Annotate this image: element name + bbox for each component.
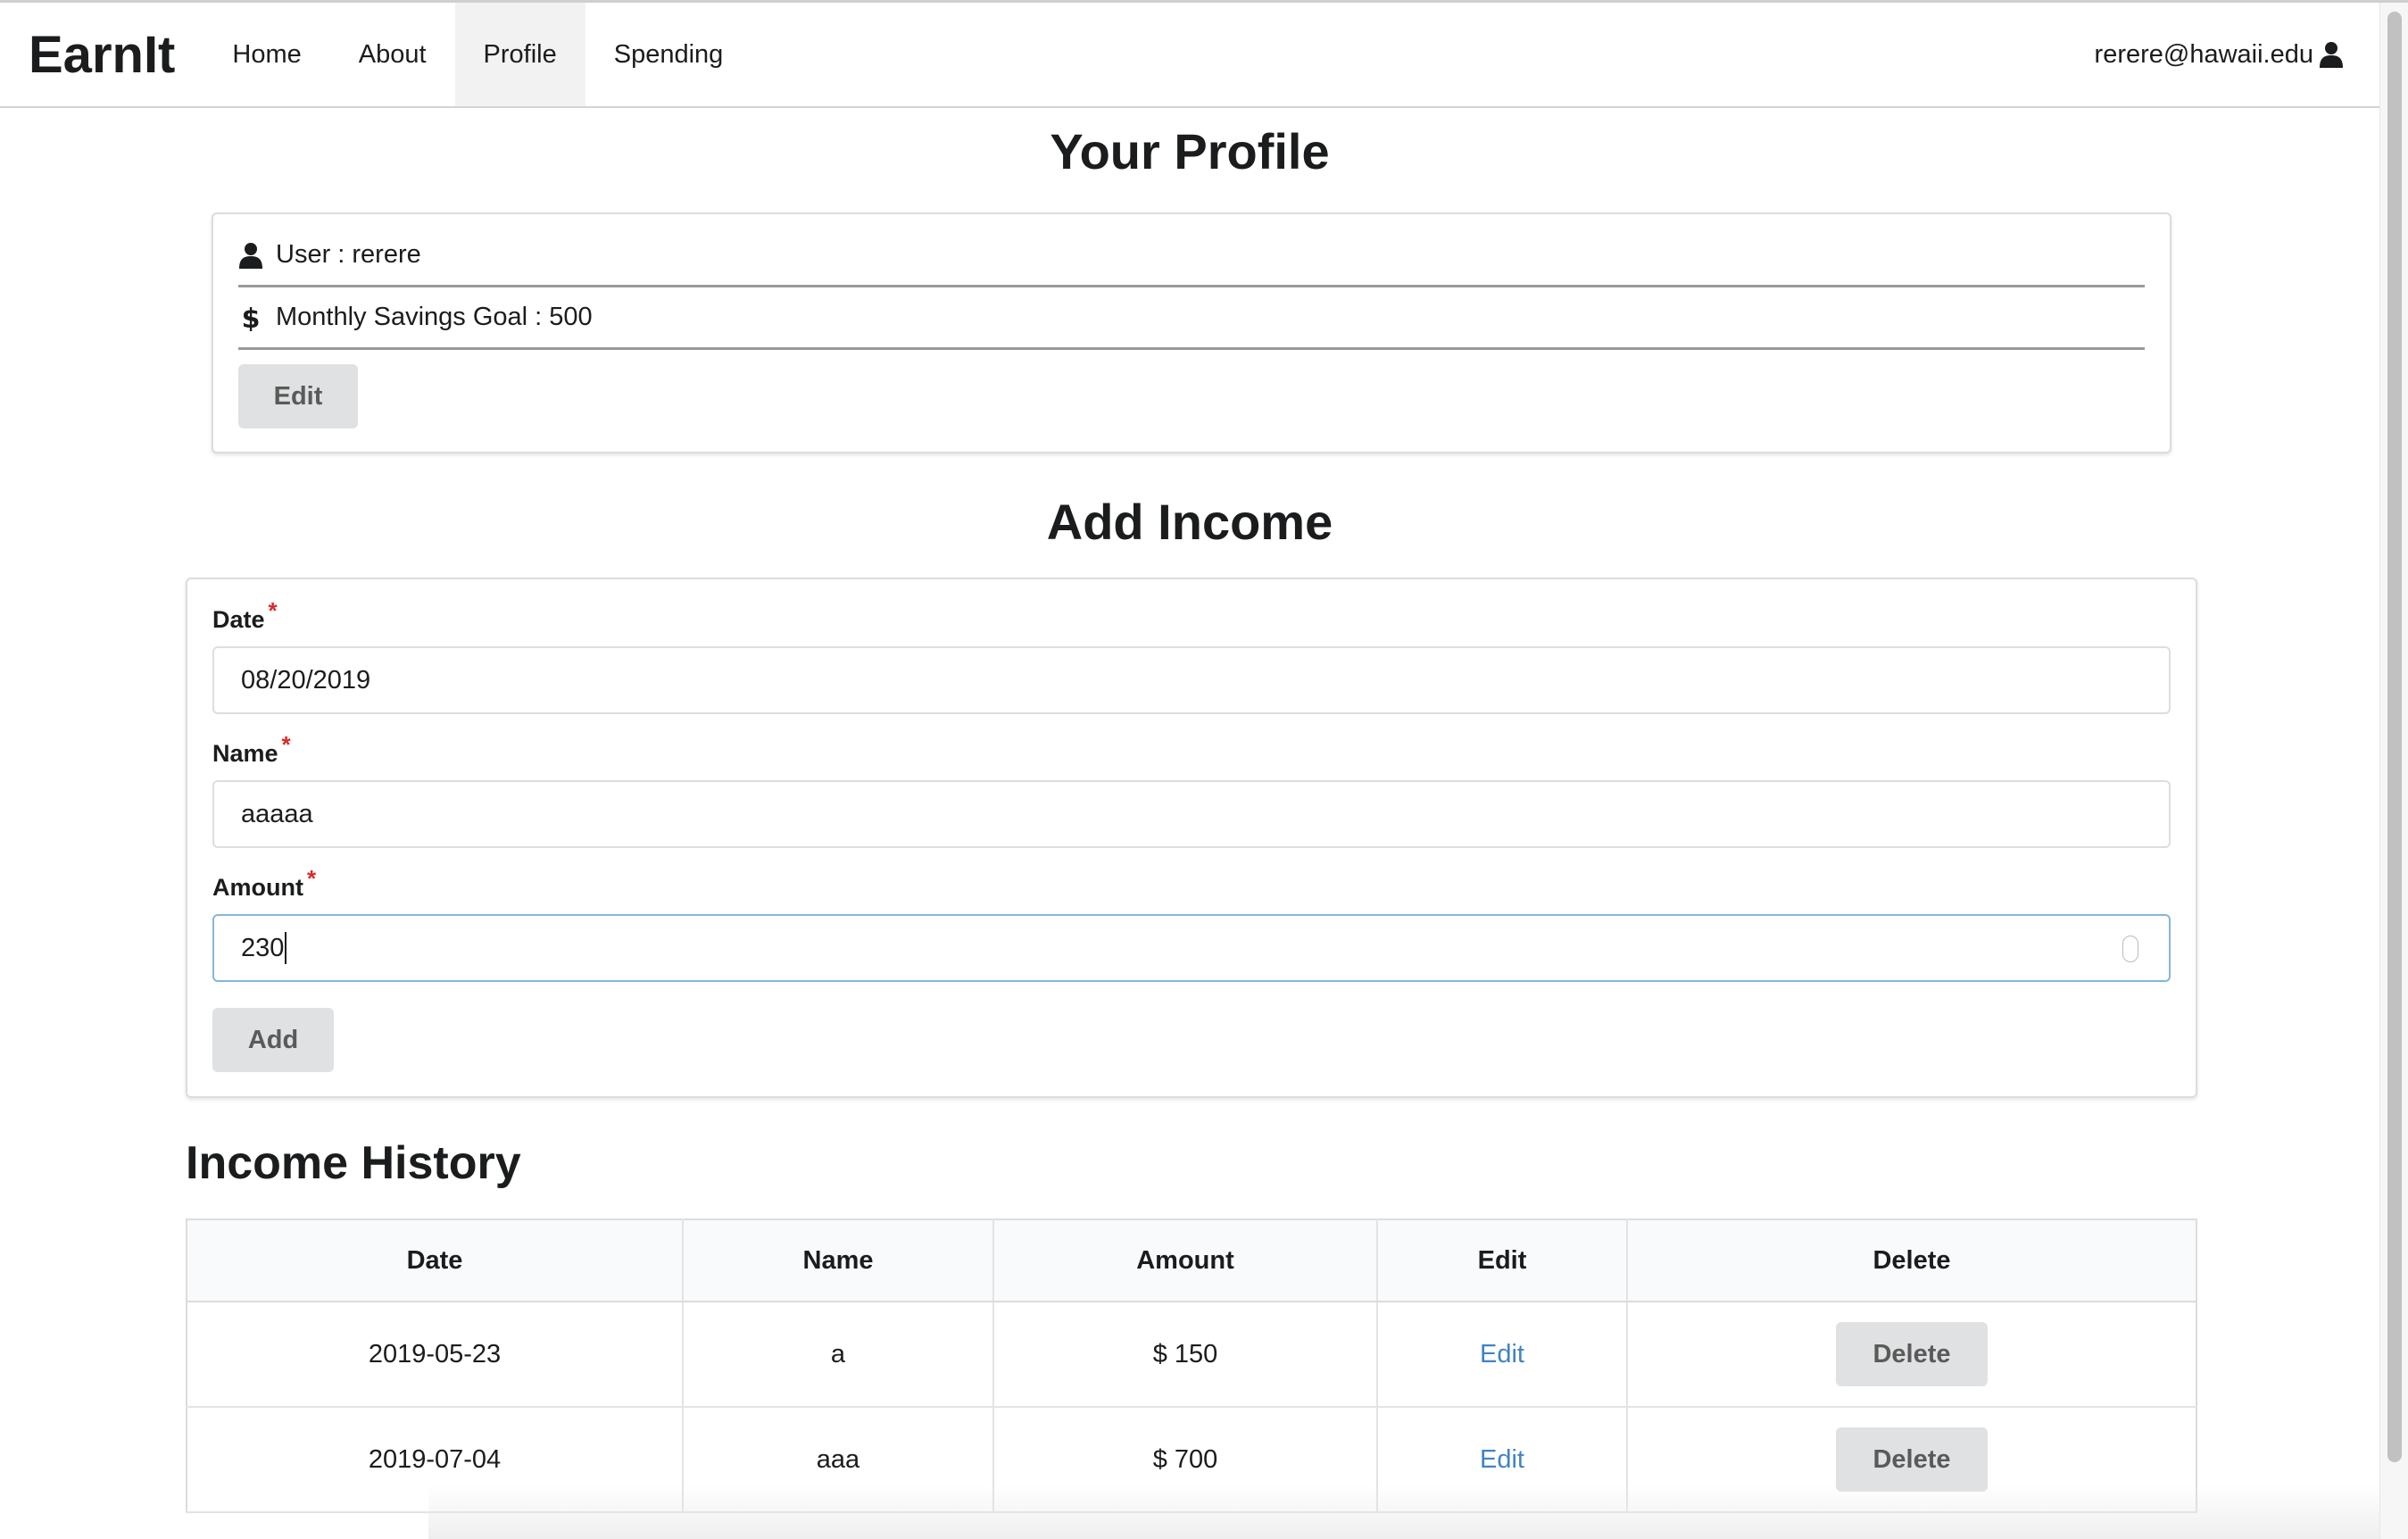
user-email: rerere@hawaii.edu (2094, 39, 2313, 69)
amount-label-text: Amount (212, 874, 303, 901)
name-field[interactable]: aaaaa (212, 780, 2171, 848)
nav-item-profile[interactable]: Profile (454, 3, 585, 106)
profile-user-text: User : rerere (276, 240, 421, 269)
nav-item-home[interactable]: Home (203, 3, 329, 106)
date-field[interactable]: 08/20/2019 (212, 646, 2171, 714)
bottom-shadow (428, 1485, 2379, 1539)
app-viewport: EarnIt Home About Profile Spending rerer… (0, 0, 2408, 1539)
column-header-date: Date (187, 1219, 683, 1302)
date-label-text: Date (212, 606, 265, 633)
profile-edit-button[interactable]: Edit (238, 364, 358, 428)
name-label: Name * (212, 731, 291, 768)
row-edit-link[interactable]: Edit (1480, 1340, 1524, 1368)
income-history-heading: Income History (186, 1137, 521, 1189)
add-income-form: Date * 08/20/2019 Name * aaaaa Amount * 230… (186, 578, 2197, 1098)
required-mark: * (306, 865, 317, 892)
number-spinner-icon[interactable] (2122, 936, 2138, 962)
row-amount: $ 150 (992, 1302, 1377, 1408)
column-header-amount: Amount (992, 1219, 1377, 1302)
text-caret (285, 932, 287, 964)
user-menu[interactable]: rerere@hawaii.edu (2095, 3, 2379, 106)
date-label: Date * (212, 597, 278, 634)
user-icon (239, 242, 262, 269)
scrollbar-thumb[interactable] (2387, 12, 2402, 1462)
profile-savings-text: Monthly Savings Goal : 500 (276, 303, 593, 331)
amount-label: Amount * (212, 865, 316, 902)
column-header-delete: Delete (1626, 1219, 2196, 1302)
row-delete-cell: Delete (1626, 1302, 2196, 1408)
add-income-heading: Add Income (1046, 494, 1333, 550)
profile-heading: Your Profile (1050, 123, 1330, 179)
amount-field[interactable]: 230 (212, 914, 2171, 982)
row-name: a (682, 1302, 993, 1408)
required-mark: * (281, 731, 291, 758)
required-mark: * (268, 597, 278, 624)
name-label-text: Name (212, 740, 278, 767)
income-history-table: Date Name Amount Edit Delete 2019-05-23 … (186, 1219, 2197, 1513)
column-header-edit: Edit (1376, 1219, 1627, 1302)
row-date: 2019-05-23 (187, 1302, 683, 1408)
vertical-scrollbar[interactable] (2379, 3, 2408, 1539)
date-field-value: 08/20/2019 (241, 665, 371, 695)
row-edit-cell: Edit (1376, 1302, 1627, 1408)
user-icon (2320, 42, 2343, 68)
amount-field-value: 230 (241, 933, 285, 962)
add-income-button[interactable]: Add (212, 1008, 334, 1072)
name-field-value: aaaaa (241, 799, 313, 828)
row-delete-button[interactable]: Delete (1836, 1322, 1988, 1386)
row-edit-link[interactable]: Edit (1480, 1445, 1524, 1474)
profile-card: User : rerere $ Monthly Savings Goal : 5… (212, 212, 2171, 453)
top-navbar: EarnIt Home About Profile Spending rerer… (0, 3, 2379, 108)
table-header-row: Date Name Amount Edit Delete (187, 1219, 2196, 1302)
table-row: 2019-05-23 a $ 150 Edit Delete (187, 1302, 2196, 1408)
nav-item-about[interactable]: About (330, 3, 455, 106)
profile-user-row: User : rerere (238, 225, 2145, 287)
column-header-name: Name (682, 1219, 993, 1302)
nav-item-spending[interactable]: Spending (585, 3, 752, 106)
dollar-icon: $ (242, 304, 261, 331)
profile-savings-row: $ Monthly Savings Goal : 500 (238, 287, 2145, 350)
brand-logo[interactable]: EarnIt (0, 3, 203, 106)
row-delete-button[interactable]: Delete (1836, 1427, 1988, 1492)
svg-text:$: $ (242, 304, 261, 331)
